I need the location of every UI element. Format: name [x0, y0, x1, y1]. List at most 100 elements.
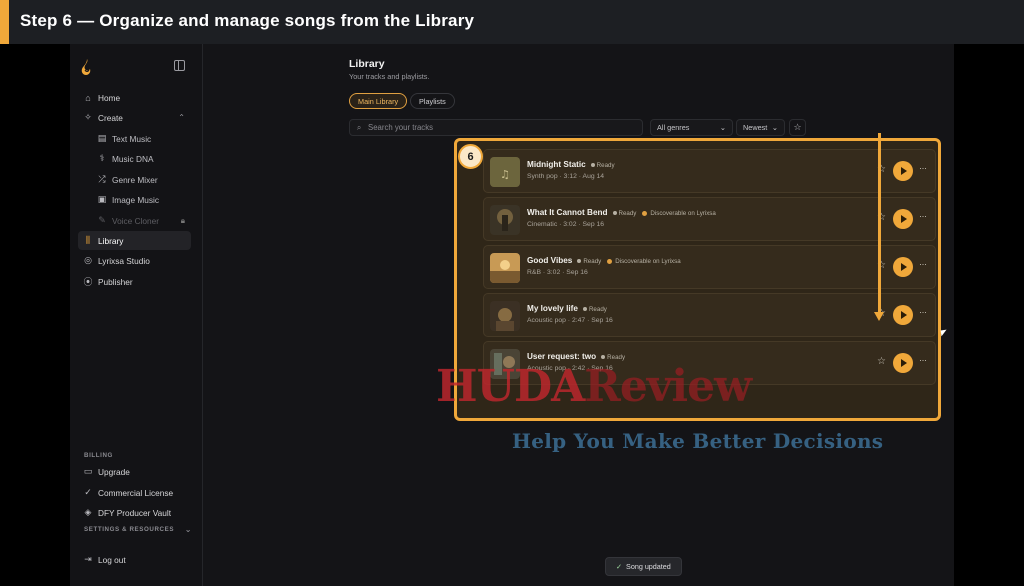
genre-select[interactable]: All genres ⌄	[650, 119, 733, 136]
status-badge: Ready	[601, 354, 625, 361]
star-icon[interactable]: ☆	[877, 356, 886, 367]
sidebar-item-label: Commercial License	[98, 487, 174, 498]
sidebar-item-dfy-producer-vault[interactable]: ◈ DFY Producer Vault	[78, 503, 191, 522]
track-title-line: My lovely life Ready	[527, 304, 607, 313]
status-badge: Ready	[590, 162, 615, 169]
sort-select-value: Newest	[743, 123, 768, 132]
sort-select[interactable]: Newest ⌄	[736, 119, 785, 136]
search-placeholder: Search your tracks	[368, 123, 433, 132]
sidebar-item-genre-mixer[interactable]: ⤮ Genre Mixer	[92, 170, 191, 189]
toast-text: Song updated	[626, 562, 671, 571]
sidebar-item-label: Image Music	[112, 194, 160, 205]
sidebar-item-label: Lyrixsa Studio	[98, 255, 150, 266]
discoverable-badge: Discoverable on Lyrixsa	[607, 258, 681, 265]
home-icon: ⌂	[85, 92, 91, 103]
sidebar-item-label: Create	[98, 112, 123, 123]
status-badge: Ready	[612, 210, 636, 217]
chevron-down-icon: ⌄	[771, 123, 778, 132]
sidebar-item-image-music[interactable]: ▣ Image Music	[92, 190, 191, 209]
sidebar-item-create[interactable]: ✧ Create ⌃	[78, 108, 191, 127]
track-title-line: User request: two Ready	[527, 352, 625, 361]
sidebar-item-label: Publisher	[98, 276, 133, 287]
track-row[interactable]: My lovely life Ready Acoustic pop · 2:47 …	[483, 293, 936, 337]
sidebar-item-logout[interactable]: ⇥ Log out	[78, 550, 191, 569]
dna-icon: ⚕	[99, 153, 105, 163]
track-thumbnail: ♫	[490, 157, 520, 187]
play-button[interactable]	[893, 161, 913, 181]
chevron-down-icon: ⌄	[719, 123, 726, 132]
sidebar-item-voice-cloner: ✎ Voice Cloner 🔒︎	[92, 211, 191, 230]
sidebar-item-text-music[interactable]: ▤ Text Music	[92, 129, 191, 148]
library-icon: ⫼	[85, 235, 91, 245]
settings-section-label: SETTINGS & RESOURCES	[84, 526, 175, 533]
main-content: Library Your tracks and playlists. Main …	[203, 44, 954, 586]
more-options-icon[interactable]: ···	[919, 211, 927, 221]
svg-text:♫: ♫	[500, 168, 510, 181]
check-icon: ✓	[616, 562, 623, 571]
sidebar-item-label: DFY Producer Vault	[98, 507, 172, 518]
status-badge: Ready	[582, 306, 607, 313]
watermark-tagline: Help You Make Better Decisions	[512, 429, 884, 453]
document-icon: ▤	[97, 133, 107, 143]
sidebar-item-home[interactable]: ⌂ Home	[78, 88, 191, 107]
discoverable-badge: Discoverable on Lyrixsa	[642, 210, 716, 217]
track-meta: R&B · 3:02 · Sep 16	[527, 269, 588, 276]
sidebar-item-label: Text Music	[112, 133, 152, 144]
tab-main-library[interactable]: Main Library	[349, 93, 408, 109]
play-button[interactable]	[893, 257, 913, 277]
tab-playlists[interactable]: Playlists	[410, 93, 455, 109]
more-options-icon[interactable]: ···	[919, 163, 927, 173]
play-button[interactable]	[893, 305, 913, 325]
studio-icon: ◎	[84, 255, 92, 265]
lock-icon: 🔒︎	[180, 215, 185, 225]
track-row[interactable]: Good Vibes Ready Discoverable on Lyrixsa R…	[483, 245, 936, 289]
sidebar-item-label: Music DNA	[112, 153, 154, 164]
track-title-line: What It Cannot Bend Ready Discoverable on …	[527, 208, 716, 217]
arrow-down-icon	[874, 312, 884, 321]
track-meta: Synth pop · 3:12 · Aug 14	[527, 173, 605, 180]
track-title-line: Midnight Static Ready	[527, 160, 615, 169]
watermark-brand: HUDAReview	[436, 361, 752, 412]
star-icon: ☆	[793, 122, 802, 132]
sidebar-item-publisher[interactable]: ⦿ Publisher	[78, 272, 191, 291]
search-icon: ⌕	[356, 122, 362, 132]
tutorial-banner: Step 6 — Organize and manage songs from …	[0, 0, 1024, 44]
track-row[interactable]: What It Cannot Bend Ready Discoverable on …	[483, 197, 936, 241]
more-options-icon[interactable]: ···	[919, 307, 927, 317]
track-title: User request: two	[527, 352, 597, 361]
sidebar-item-commercial-license[interactable]: ✓ Commercial License	[78, 483, 191, 502]
page-title: Library	[349, 58, 385, 70]
annotation-arrow	[878, 133, 881, 314]
sidebar-item-upgrade[interactable]: ▭ Upgrade	[78, 462, 191, 481]
sidebar-collapse-icon[interactable]	[174, 60, 185, 71]
sidebar-item-library[interactable]: ⫼ Library	[78, 231, 191, 250]
more-options-icon[interactable]: ···	[919, 355, 927, 365]
sidebar-item-label: Genre Mixer	[112, 174, 158, 185]
mic-icon: ✎	[98, 215, 106, 225]
settings-section-toggle[interactable]: SETTINGS & RESOURCES ⌄	[84, 525, 194, 534]
billing-section-label: BILLING	[84, 452, 113, 459]
favorites-filter-button[interactable]: ☆	[789, 119, 806, 136]
banner-title: Step 6 — Organize and manage songs from …	[20, 11, 475, 30]
toast-notification: ✓ Song updated	[605, 557, 682, 576]
sidebar: ⌂ Home ✧ Create ⌃ ▤ Text Music ⚕ Music D…	[70, 44, 203, 586]
image-icon: ▣	[97, 194, 107, 204]
play-button[interactable]	[893, 209, 913, 229]
sidebar-item-music-dna[interactable]: ⚕ Music DNA	[92, 149, 191, 168]
flame-logo-icon[interactable]	[80, 58, 94, 76]
status-badge: Ready	[577, 258, 601, 265]
track-title: Good Vibes	[527, 256, 573, 265]
play-button[interactable]	[893, 353, 913, 373]
track-row[interactable]: ♫ Midnight Static Ready Synth pop · 3:12 …	[483, 149, 936, 193]
chevron-up-icon: ⌃	[178, 113, 185, 122]
card-icon: ▭	[83, 466, 93, 476]
chevron-down-icon: ⌄	[184, 525, 192, 534]
sidebar-item-lyrixsa-studio[interactable]: ◎ Lyrixsa Studio	[78, 251, 191, 270]
app-window: ⌂ Home ✧ Create ⌃ ▤ Text Music ⚕ Music D…	[70, 44, 954, 586]
track-title: What It Cannot Bend	[527, 208, 608, 217]
more-options-icon[interactable]: ···	[919, 259, 927, 269]
check-circle-icon: ✓	[84, 487, 92, 497]
search-input[interactable]: ⌕ Search your tracks	[349, 119, 643, 136]
banner-accent-bar	[0, 0, 9, 44]
track-meta: Acoustic pop · 2:47 · Sep 16	[527, 317, 613, 324]
